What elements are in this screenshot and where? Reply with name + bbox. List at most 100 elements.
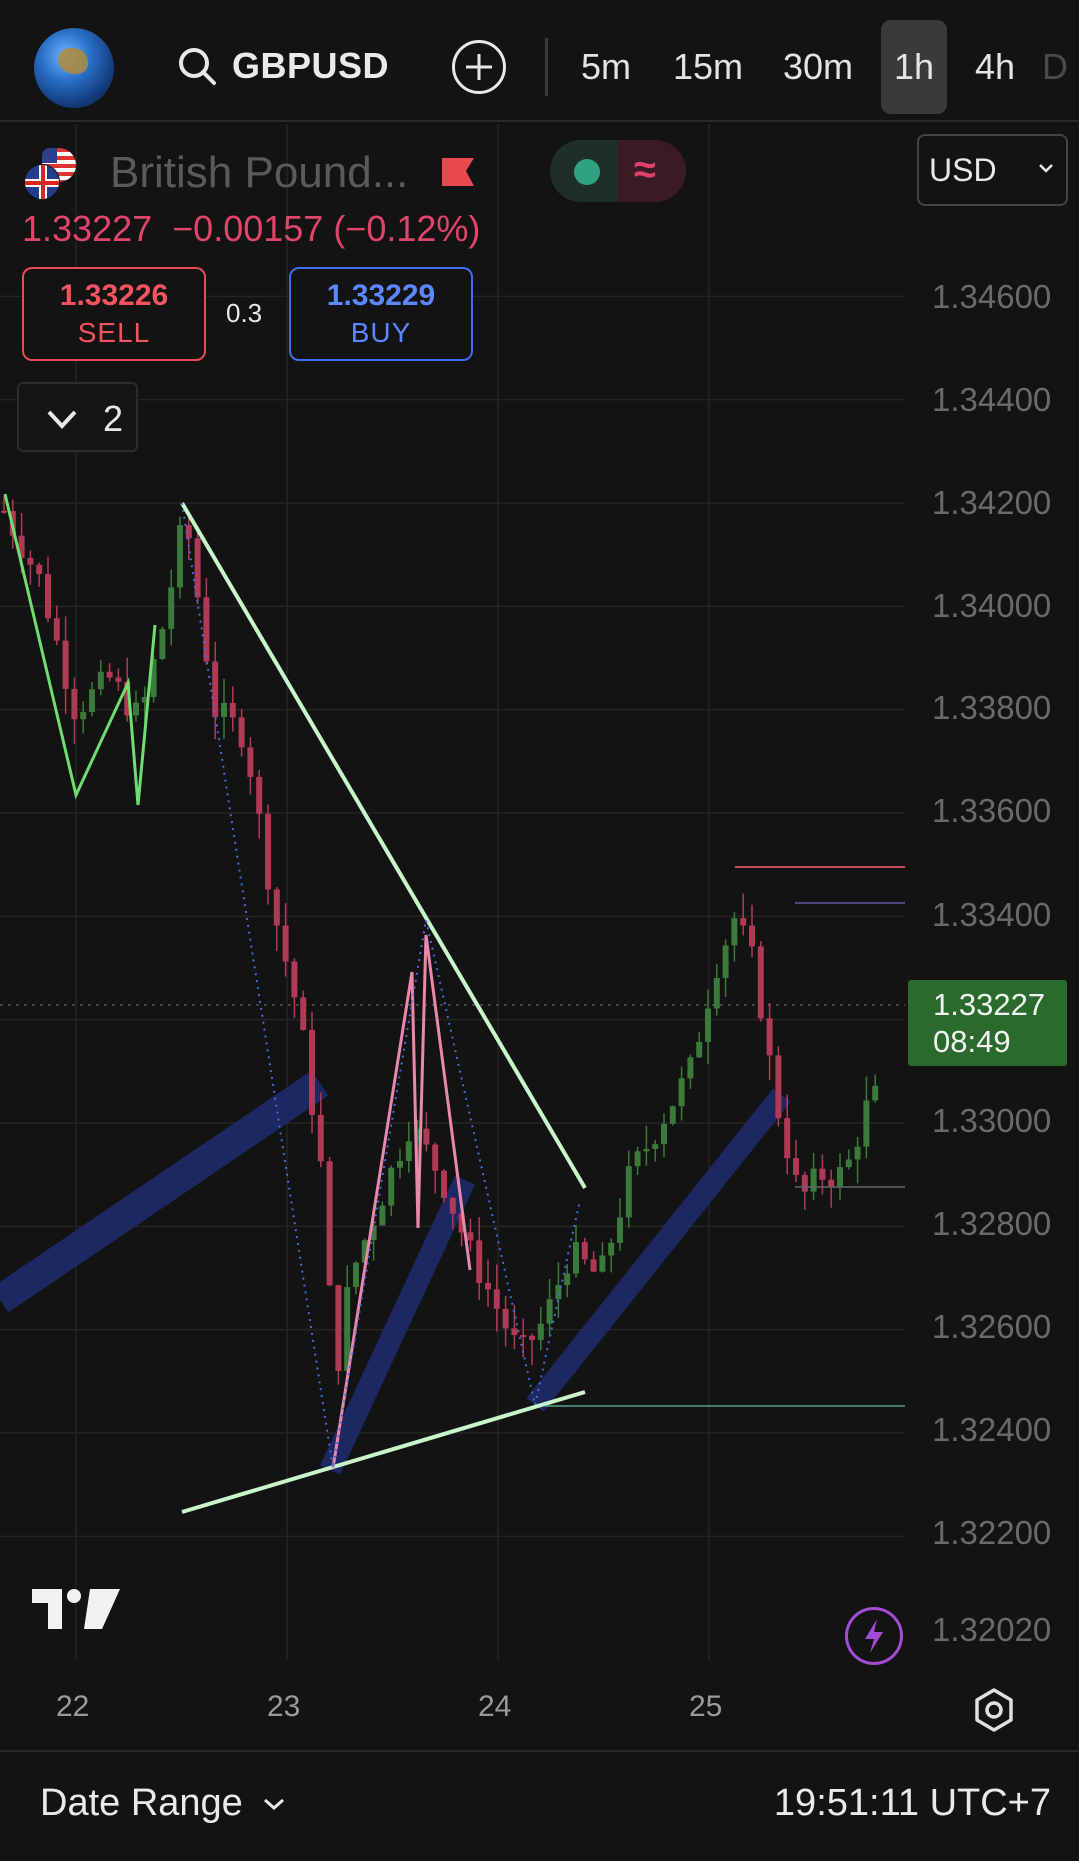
lightning-icon [865,1619,883,1653]
price-tick: 1.32600 [932,1308,1052,1345]
avatar[interactable] [34,28,114,108]
buy-button[interactable]: 1.33229 BUY [289,267,473,361]
timeframe-30m[interactable]: 30m [772,20,864,114]
candle-body [740,918,747,926]
candle-body [80,712,87,720]
candle-body [546,1299,553,1324]
candle-body [212,661,219,717]
candle-body [300,997,307,1030]
timeframe-5m[interactable]: 5m [566,20,646,114]
indicators-toggle-button[interactable]: 2 [17,382,138,452]
candle-body [678,1078,685,1107]
date-range-button[interactable]: Date Range [40,1782,287,1825]
sell-label: SELL [77,317,151,348]
candle-body [564,1273,571,1286]
candle-body [529,1335,535,1340]
candle-body [793,1158,799,1175]
candle-body [115,677,122,682]
zigzag-pattern [3,493,157,806]
candle-body [661,1123,667,1145]
chart-area[interactable] [0,124,1079,1750]
candle-body [309,1029,315,1115]
timeframe-d[interactable]: D [1042,20,1079,114]
toolbar-divider [545,38,548,96]
candle-body [53,618,60,641]
time-tick: 25 [689,1690,723,1723]
candle-body [854,1146,861,1160]
price-tick: 1.33600 [932,792,1052,829]
globe-icon [58,48,88,74]
sell-button[interactable]: 1.33226 SELL [22,267,206,361]
price-chart[interactable] [0,124,1079,1750]
candle-body [335,1285,342,1371]
candle-body [511,1328,518,1336]
time-tick: 23 [267,1690,301,1723]
candle-body [652,1144,659,1149]
candle-body [168,587,175,629]
candle-body [282,925,289,962]
candle-body [485,1282,491,1290]
timeframe-15m[interactable]: 15m [662,20,754,114]
candle-body [388,1167,395,1206]
candle-body [599,1255,606,1272]
candle-body [45,574,51,619]
legend-change: −0.00157 (−0.12%) [172,208,481,249]
quick-action-button[interactable] [845,1607,903,1665]
candle-body [273,889,280,926]
candle-body [159,628,166,660]
search-icon [179,48,216,85]
symbol-legend[interactable]: British Pound... [24,148,409,200]
candle-body [713,977,720,1009]
candle-body [537,1323,544,1340]
bottom-bar: Date Range 19:51:11 UTC+7 [0,1750,1079,1861]
candle-body [405,1141,412,1161]
candle-body [238,717,245,748]
currency-select[interactable]: USD [917,134,1068,206]
timeframe-1h[interactable]: 1h [881,20,947,114]
candle-body [432,1144,439,1171]
market-status-pill[interactable]: ≈ [550,140,686,202]
candle-body [828,1179,835,1187]
candle-body [353,1262,359,1288]
price-tick: 1.32200 [932,1514,1052,1551]
candle-body [581,1242,588,1260]
symbol-label: GBPUSD [232,45,390,86]
candle-body [625,1166,632,1218]
candle-body [819,1168,826,1180]
legend-last-price: 1.33227 [22,208,153,249]
candle-body [731,918,738,946]
channel-band [320,1175,475,1475]
candle-body [229,702,236,718]
drawings-front [3,493,905,1514]
symbol-search-button[interactable]: GBPUSD [176,38,389,94]
timeframe-4h[interactable]: 4h [962,20,1028,114]
top-toolbar: GBPUSD 5m 15m 30m 1h 4h D [0,0,1079,122]
candle-body [643,1148,650,1152]
dotted-path [181,502,581,1469]
candle-body [687,1057,694,1079]
candle-body [617,1217,623,1243]
price-tick: 1.32020 [932,1611,1052,1648]
candle-body [749,925,755,947]
add-symbol-button[interactable] [452,40,506,94]
bar-countdown: 08:49 [933,1024,1011,1059]
candle-body [520,1335,527,1338]
currency-flags-icon [24,148,84,200]
price-tick: 1.32400 [932,1411,1052,1448]
indicators-count: 2 [103,398,124,439]
candle-body [27,557,34,565]
tradingview-logo[interactable] [32,1585,120,1631]
candle-body [247,747,254,777]
symbol-name: British Pound... [110,148,409,197]
last-price-value: 1.33227 [933,987,1046,1022]
delayed-data-icon: ≈ [634,148,656,192]
settings-icon[interactable] [970,1686,1018,1734]
candle-body [97,671,104,690]
candle-body [326,1161,333,1286]
currency-value: USD [929,151,997,188]
candle-body [221,702,227,717]
flag-icon[interactable] [440,154,476,190]
clock-timezone[interactable]: 19:51:11 UTC+7 [774,1782,1051,1825]
candle-body [106,671,113,678]
chevron-down-icon [47,410,77,429]
